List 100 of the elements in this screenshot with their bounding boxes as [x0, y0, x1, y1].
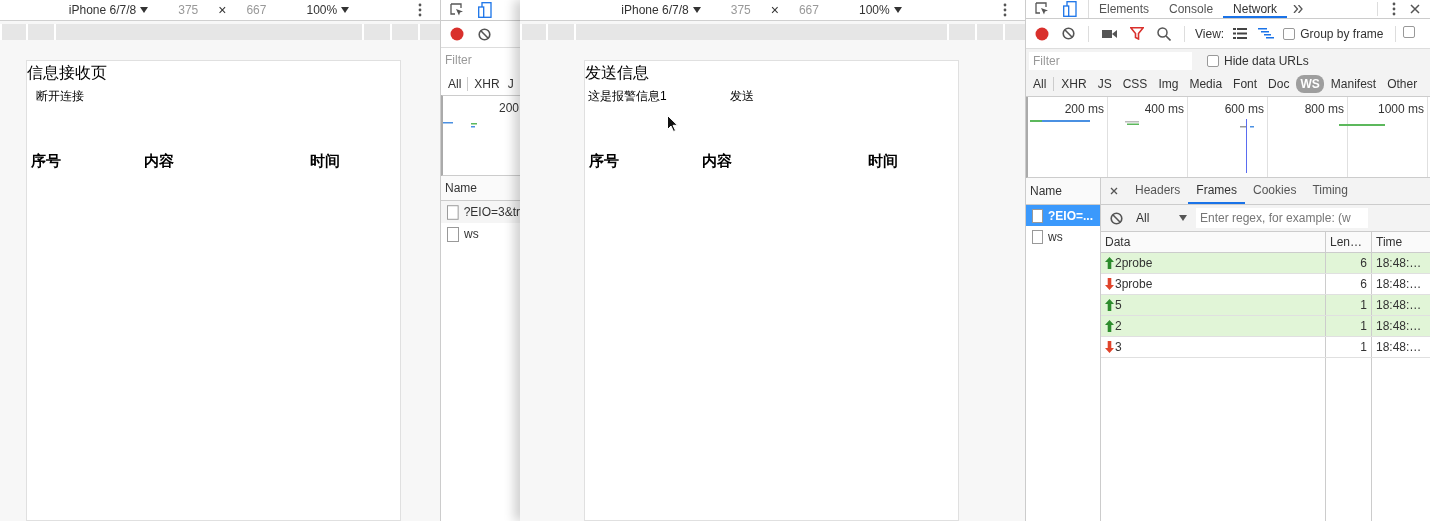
more-icon[interactable]	[1392, 2, 1396, 16]
frame-data: 3	[1115, 339, 1122, 356]
caret-icon	[140, 7, 149, 13]
timeline-tick: 200 ms	[1064, 101, 1104, 118]
clear-icon[interactable]	[478, 27, 491, 41]
type-filter[interactable]: Media	[1185, 75, 1227, 93]
filter-icon[interactable]	[1130, 27, 1144, 40]
panel-tab[interactable]: Console	[1159, 0, 1224, 18]
request-row[interactable]: ?EIO=3&tr	[441, 201, 520, 223]
timeline-tick: 1000 ms	[1377, 101, 1424, 118]
type-filter[interactable]: Doc	[1264, 75, 1294, 93]
frame-time: 18:48:…	[1375, 297, 1423, 314]
type-filter[interactable]: CSS	[1118, 75, 1152, 93]
disconnect-button[interactable]: 断开连接	[36, 87, 84, 105]
checkbox[interactable]	[1402, 25, 1415, 38]
cursor-icon	[667, 115, 678, 132]
type-filter[interactable]: JS	[1093, 75, 1116, 93]
frame-type-select[interactable]: All	[1136, 209, 1190, 227]
device-icon[interactable]	[478, 2, 492, 18]
record-icon[interactable]	[1035, 26, 1049, 41]
column-header: Name	[1026, 178, 1100, 205]
inspect-icon[interactable]	[450, 3, 464, 17]
filter-field[interactable]: Filter	[1029, 51, 1192, 70]
type-filter[interactable]: J	[503, 74, 518, 93]
file-icon	[1032, 229, 1043, 244]
timeline-tick: 400 ms	[1144, 101, 1184, 118]
column-header: Time	[1375, 234, 1404, 251]
record-icon[interactable]	[450, 27, 464, 41]
zoom-select[interactable]: 100%	[306, 1, 350, 19]
list-view-icon[interactable]	[1233, 28, 1248, 39]
camera-icon[interactable]	[1102, 28, 1117, 39]
detail-tab[interactable]: Timing	[1304, 178, 1356, 204]
column-header: 内容	[144, 151, 175, 171]
frame-row[interactable]: 5 1 18:48:…	[1101, 295, 1430, 316]
file-icon	[447, 204, 459, 220]
up-arrow-icon	[1105, 320, 1114, 332]
clear-icon[interactable]	[1110, 211, 1123, 225]
frame-row[interactable]: 2probe 6 18:48:…	[1101, 253, 1430, 274]
down-arrow-icon	[1105, 341, 1114, 353]
view-label: View:	[1195, 25, 1225, 43]
frame-row[interactable]: 2 1 18:48:…	[1101, 316, 1430, 337]
type-filter[interactable]: Other	[1383, 75, 1422, 93]
detail-tab[interactable]: Headers	[1127, 178, 1189, 204]
frame-row[interactable]: 3 1 18:48:…	[1101, 337, 1430, 358]
caret-icon	[893, 7, 902, 13]
detail-tab[interactable]: Cookies	[1245, 178, 1305, 204]
search-icon[interactable]	[1157, 26, 1171, 41]
device-icon[interactable]	[1063, 1, 1077, 17]
column-header: 序号	[589, 151, 620, 171]
close-icon[interactable]	[1410, 4, 1420, 14]
type-filter[interactable]: XHR	[1057, 75, 1091, 93]
column-header: 序号	[31, 151, 62, 171]
column-header: 时间	[868, 151, 898, 171]
page-title: 信息接收页	[27, 63, 108, 83]
frame-time: 18:48:…	[1375, 318, 1423, 335]
more-icon[interactable]	[1003, 3, 1007, 17]
type-filter[interactable]: Manifest	[1326, 75, 1381, 93]
checkbox[interactable]	[1283, 27, 1296, 40]
waterfall-icon[interactable]	[1258, 28, 1275, 39]
frame-data: 3probe	[1115, 276, 1153, 293]
timeline-drawing	[443, 121, 479, 129]
clear-icon[interactable]	[1062, 27, 1075, 40]
checkbox[interactable]	[1207, 54, 1219, 67]
more-icon[interactable]	[418, 3, 422, 17]
close-icon[interactable]	[1110, 187, 1118, 195]
type-filter[interactable]: All	[1029, 75, 1051, 93]
type-filter[interactable]: XHR	[470, 74, 504, 93]
frame-length: 1	[1326, 295, 1372, 315]
up-arrow-icon	[1105, 299, 1114, 311]
zoom-select[interactable]: 100%	[858, 1, 902, 19]
checkbox-label: Hide data URLs	[1224, 52, 1309, 70]
send-button[interactable]: 发送	[730, 87, 754, 105]
column-header: Len…	[1326, 232, 1372, 252]
frame-length: 1	[1326, 337, 1372, 357]
panel-tab[interactable]: Network	[1223, 0, 1288, 18]
message-input[interactable]: 这是报警信息1	[588, 87, 728, 105]
frame-row[interactable]: 3probe 6 18:48:…	[1101, 274, 1430, 295]
type-filter[interactable]: Font	[1229, 75, 1262, 93]
frame-data: 2probe	[1115, 255, 1153, 272]
filter-field[interactable]: Filter	[445, 51, 519, 69]
device-select[interactable]: iPhone 6/7/8	[621, 1, 701, 19]
timeline-tick: 600 ms	[1224, 101, 1264, 118]
caret-icon	[692, 7, 701, 13]
type-filter[interactable]: All	[444, 74, 466, 93]
times-sign: ×	[770, 0, 779, 20]
times-sign: ×	[218, 0, 227, 20]
inspect-icon[interactable]	[1035, 2, 1049, 16]
column-header: Data	[1101, 232, 1326, 252]
chevrons-right-icon[interactable]	[1293, 5, 1304, 13]
page-title: 发送信息	[585, 63, 650, 83]
up-arrow-icon	[1105, 257, 1114, 269]
checkbox-label: Group by frame	[1300, 25, 1384, 43]
device-select[interactable]: iPhone 6/7/8	[68, 1, 149, 19]
frame-time: 18:48:…	[1375, 276, 1423, 293]
down-arrow-icon	[1105, 278, 1114, 290]
frame-length: 6	[1326, 253, 1372, 273]
type-filter[interactable]: Img	[1154, 75, 1183, 93]
panel-tab[interactable]: Elements	[1089, 0, 1160, 18]
regex-field[interactable]: Enter regex, for example: (w	[1196, 208, 1368, 228]
column-header: 内容	[702, 151, 733, 171]
